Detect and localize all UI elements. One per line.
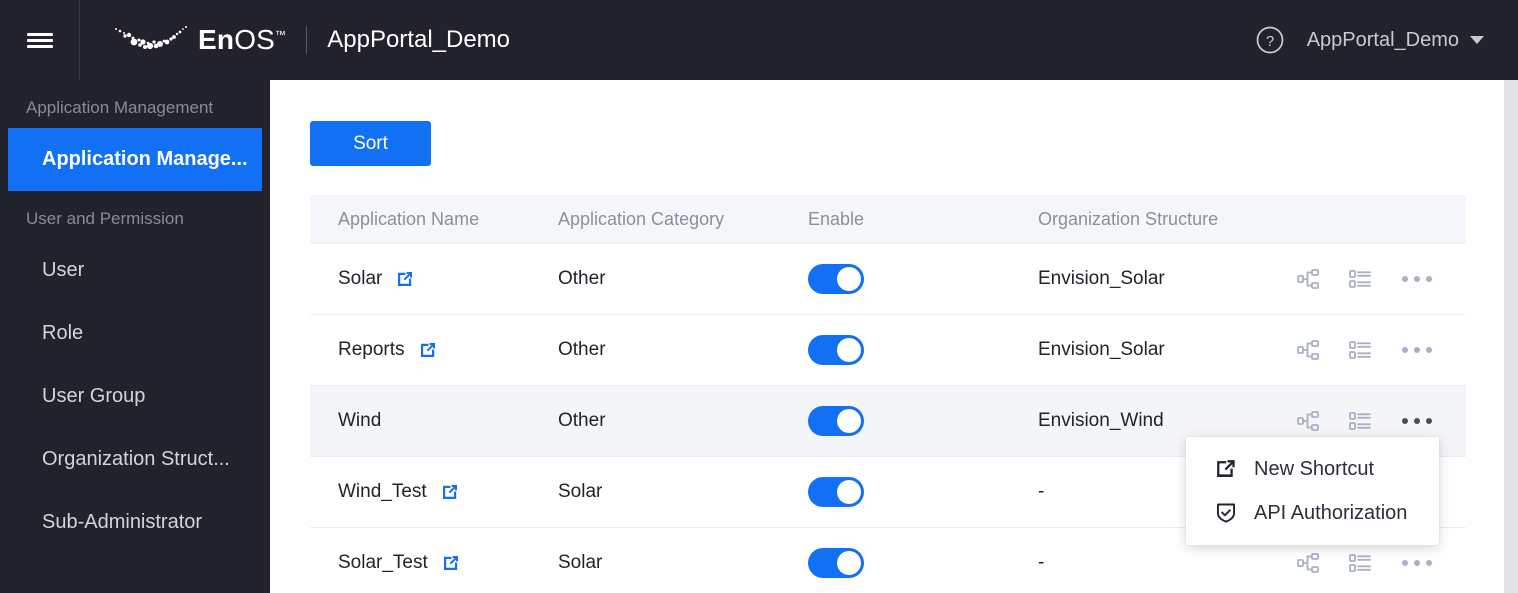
application-name-label: Solar_Test (338, 552, 428, 573)
external-link-icon[interactable] (441, 553, 461, 573)
svg-text:?: ? (1266, 33, 1274, 50)
sidebar-item-label: Sub-Administrator (42, 511, 203, 533)
chevron-down-icon (1470, 36, 1484, 44)
more-ellipsis-icon[interactable] (1400, 341, 1434, 359)
logo-text-bold: En (198, 24, 235, 55)
ordered-list-icon[interactable] (1348, 409, 1372, 433)
row-actions (1296, 338, 1466, 362)
sidebar-item-label: Role (42, 322, 84, 344)
row-actions (1296, 267, 1466, 291)
external-link-icon[interactable] (418, 340, 438, 360)
organization-structure-cell: Envision_Solar (1038, 339, 1165, 360)
organization-structure-cell: Envision_Wind (1038, 410, 1164, 431)
more-ellipsis-icon[interactable] (1400, 412, 1434, 430)
column-header-enable: Enable (808, 208, 865, 229)
sidebar-group-title-user-and-permission: User and Permission (26, 209, 184, 228)
row-context-menu: New Shortcut API Authorization (1186, 437, 1439, 545)
toggle-knob (837, 480, 861, 504)
sidebar-item-label: Application Manage... (42, 148, 248, 170)
row-actions (1296, 551, 1466, 575)
column-header-application-category: Application Category (558, 208, 725, 229)
app-title: AppPortal_Demo (327, 26, 511, 53)
application-name-label: Reports (338, 339, 405, 360)
row-actions (1296, 409, 1466, 433)
application-category-cell: Other (558, 339, 606, 360)
application-name-cell: Reports (338, 339, 558, 361)
sidebar-navigation: Application Management Application Manag… (0, 80, 270, 593)
column-header-application-name: Application Name (338, 208, 480, 229)
user-account-label: AppPortal_Demo (1306, 28, 1459, 51)
toggle-knob (837, 338, 861, 362)
toggle-knob (837, 409, 861, 433)
table-header-row: Application Name Application Category En… (310, 195, 1466, 244)
ordered-list-icon[interactable] (1348, 267, 1372, 291)
org-tree-icon[interactable] (1296, 267, 1320, 291)
menu-item-label: New Shortcut (1254, 457, 1375, 480)
sidebar-item-organization-structure[interactable]: Organization Struct... (0, 428, 270, 491)
external-link-icon (1217, 460, 1235, 478)
sidebar-item-label: User Group (42, 385, 146, 407)
column-header-organization-structure: Organization Structure (1038, 208, 1219, 229)
hamburger-icon (26, 30, 53, 51)
logo-text-light: OS (234, 24, 276, 55)
application-category-cell: Other (558, 268, 606, 289)
ordered-list-icon[interactable] (1348, 338, 1372, 362)
question-circle-icon[interactable]: ? (1255, 25, 1285, 55)
organization-structure-cell: - (1038, 552, 1045, 573)
application-category-cell: Solar (558, 481, 603, 502)
toggle-knob (837, 551, 861, 575)
sidebar-item-label: Organization Struct... (42, 448, 230, 470)
top-header-bar: EnOS™ AppPortal_Demo ? AppPortal_Demo (0, 0, 1518, 80)
table-row[interactable]: Solar Other Envision_Solar (310, 244, 1466, 315)
menu-item-label: API Authorization (1254, 501, 1408, 524)
enos-wordmark: EnOS™ (198, 24, 286, 56)
application-name-label: Wind (338, 410, 382, 431)
application-name-cell: Solar_Test (338, 552, 558, 574)
organization-structure-cell: Envision_Solar (1038, 268, 1165, 289)
application-name-label: Solar (338, 268, 383, 289)
application-category-cell: Other (558, 410, 606, 431)
application-name-cell: Wind_Test (338, 481, 558, 503)
hamburger-menu-button[interactable] (0, 0, 80, 80)
sort-button[interactable]: Sort (310, 121, 431, 166)
enable-toggle[interactable] (808, 548, 864, 578)
header-actions: ? AppPortal_Demo (1255, 25, 1518, 55)
application-category-cell: Solar (558, 552, 603, 573)
more-ellipsis-icon[interactable] (1400, 270, 1434, 288)
vertical-scrollbar[interactable] (1504, 80, 1518, 593)
user-account-menu[interactable]: AppPortal_Demo (1307, 29, 1484, 52)
enable-toggle[interactable] (808, 477, 864, 507)
sidebar-group-title-application-management: Application Management (26, 98, 214, 117)
table-row[interactable]: Reports Other Envision_Solar (310, 315, 1466, 386)
enable-toggle[interactable] (808, 264, 864, 294)
application-name-label: Wind_Test (338, 481, 427, 502)
enos-logo-icon (115, 26, 187, 50)
org-tree-icon[interactable] (1296, 551, 1320, 575)
external-link-icon[interactable] (395, 269, 415, 289)
toggle-knob (837, 267, 861, 291)
ordered-list-icon[interactable] (1348, 551, 1372, 575)
menu-item-api-authorization[interactable]: API Authorization (1186, 491, 1439, 535)
enable-toggle[interactable] (808, 406, 864, 436)
brand-block: EnOS™ AppPortal_Demo (80, 0, 510, 80)
sidebar-item-application-management[interactable]: Application Manage... (8, 128, 262, 191)
more-ellipsis-icon[interactable] (1400, 554, 1434, 572)
application-name-cell: Solar (338, 268, 558, 290)
menu-item-new-shortcut[interactable]: New Shortcut (1186, 447, 1439, 491)
sidebar-item-sub-administrator[interactable]: Sub-Administrator (0, 491, 270, 554)
sidebar-item-user-group[interactable]: User Group (0, 365, 270, 428)
sidebar-item-label: User (42, 259, 85, 281)
org-tree-icon[interactable] (1296, 409, 1320, 433)
logo-trademark: ™ (275, 29, 287, 42)
enable-toggle[interactable] (808, 335, 864, 365)
header-divider (306, 26, 308, 54)
external-link-icon[interactable] (440, 482, 460, 502)
sidebar-item-user[interactable]: User (0, 239, 270, 302)
sidebar-item-role[interactable]: Role (0, 302, 270, 365)
shield-check-icon (1217, 503, 1235, 523)
application-name-cell: Wind (338, 410, 558, 432)
org-tree-icon[interactable] (1296, 338, 1320, 362)
